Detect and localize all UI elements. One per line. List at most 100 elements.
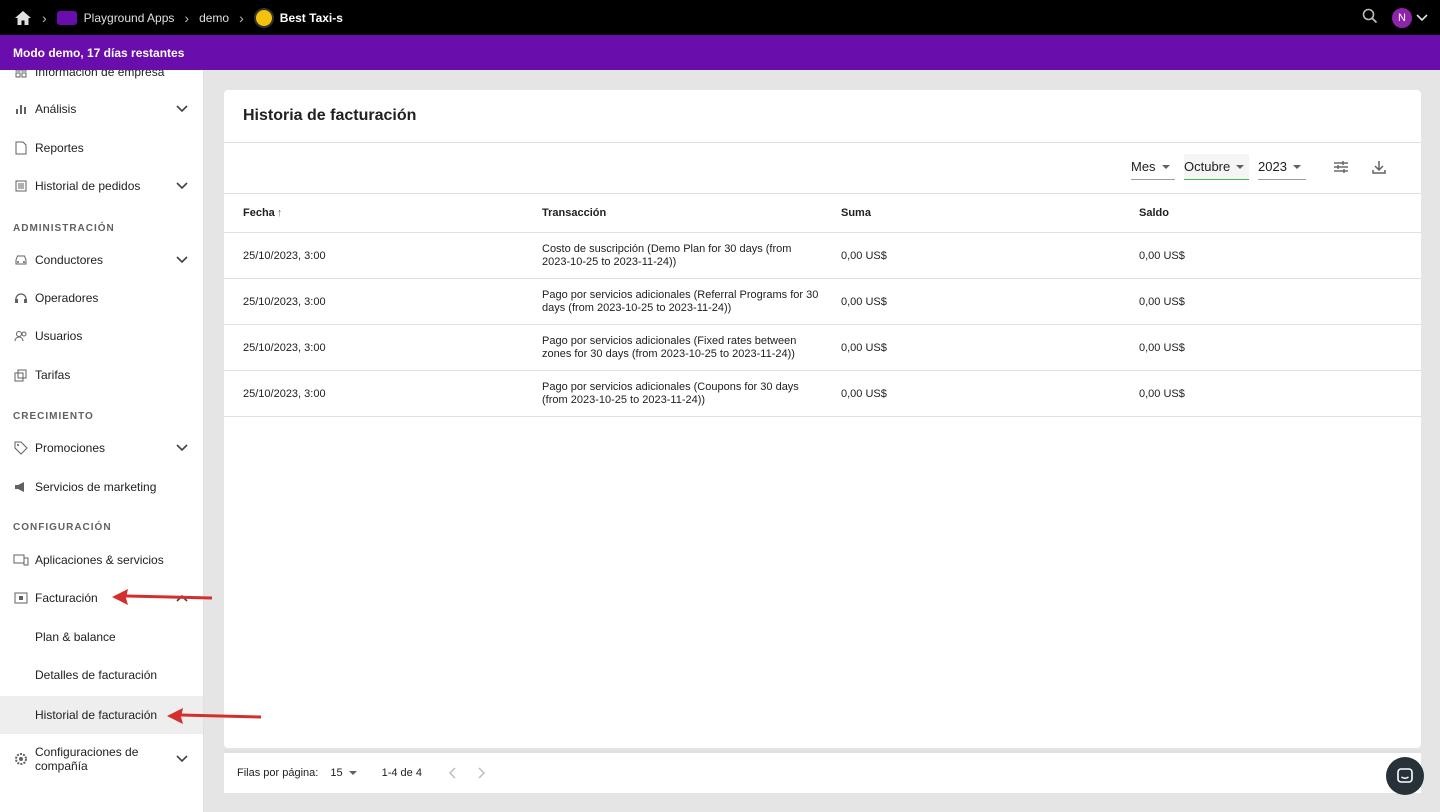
sidebar-item-marketing[interactable]: Servicios de marketing [0,475,203,499]
sidebar-item-company-info[interactable]: Información de empresa [0,70,203,80]
next-page-icon[interactable] [474,765,490,781]
column-header-amount: Suma [841,207,871,219]
sidebar-item-order-history[interactable]: Historial de pedidos [0,174,203,198]
sidebar-item-label: Configuraciones de compañía [35,745,139,773]
sidebar-subitem-label: Plan & balance [35,630,116,644]
rows-per-page-select[interactable]: 15 [330,767,357,779]
cell-date: 25/10/2023, 3:00 [243,387,326,400]
sidebar-item-operators[interactable]: Operadores [0,286,203,310]
filter-bar: Mes Octubre 2023 [1131,152,1391,182]
chevron-right-icon: › [239,9,244,26]
chevron-right-icon: › [42,9,47,26]
cell-balance: 0,00 US$ [1139,341,1185,354]
demo-banner: Modo demo, 17 días restantes [0,35,1440,70]
cell-date: 25/10/2023, 3:00 [243,341,326,354]
sidebar-item-apps[interactable]: Aplicaciones & servicios [0,548,203,572]
home-icon[interactable] [14,9,32,27]
chevron-down-icon[interactable] [176,253,188,267]
sidebar-item-tariffs[interactable]: Tarifas [0,363,203,387]
column-header-balance: Saldo [1139,207,1169,219]
prev-page-icon[interactable] [444,765,460,781]
cell-amount: 0,00 US$ [841,249,887,262]
breadcrumb-app-label: Best Taxi-s [279,10,343,25]
car-icon [13,252,29,268]
sidebar: Información de empresa Análisis Reportes… [0,70,204,812]
chevron-down-icon[interactable] [176,179,188,193]
column-header-label: Fecha [243,207,275,219]
section-label-config: CONFIGURACIÓN [13,522,112,533]
sidebar-item-label: Facturación [35,591,98,605]
sidebar-item-company-settings[interactable]: Configuraciones de compañía [0,742,203,776]
pagination-range: 1-4 de 4 [381,767,422,779]
column-header-date[interactable]: Fecha ↑ [243,207,523,219]
filter-settings-icon[interactable] [1329,155,1353,179]
demo-banner-text: Modo demo, 17 días restantes [13,45,185,60]
cell-balance: 0,00 US$ [1139,249,1185,262]
period-select[interactable]: Mes [1131,154,1175,180]
headset-icon [13,290,29,306]
dropdown-arrow-icon [348,771,357,775]
billing-history-card: Historia de facturación Mes Octubre 2023… [224,90,1421,748]
chevron-down-icon[interactable] [1416,11,1428,25]
download-icon[interactable] [1367,155,1391,179]
cell-amount: 0,00 US$ [841,295,887,308]
top-bar: › Playground Apps › demo › Best Taxi-s N [0,0,1440,35]
sidebar-item-drivers[interactable]: Conductores [0,248,203,272]
sidebar-subitem-label: Historial de facturación [35,708,158,722]
sidebar-item-label: Análisis [35,102,77,116]
users-icon [13,328,29,344]
period-select-value: Mes [1131,159,1156,174]
sidebar-item-label: Reportes [35,141,84,155]
sidebar-item-label: Historial de pedidos [35,179,141,193]
chat-icon [1397,768,1413,783]
avatar-initial: N [1398,11,1406,24]
breadcrumb-org[interactable]: Playground Apps [56,10,175,25]
chevron-down-icon[interactable] [176,102,188,116]
section-label-growth: CRECIMIENTO [13,411,94,422]
list-icon [13,178,29,194]
sort-arrow-up-icon[interactable]: ↑ [277,207,283,219]
rows-per-page-value: 15 [330,767,343,779]
cell-transaction: Costo de suscripción (Demo Plan for 30 d… [542,242,792,268]
sidebar-item-label: Aplicaciones & servicios [35,553,164,567]
taxi-logo-icon [253,7,274,28]
year-select[interactable]: 2023 [1258,154,1306,180]
sidebar-item-label: Operadores [35,291,99,305]
sidebar-item-analysis[interactable]: Análisis [0,97,203,121]
month-select-value: Octubre [1184,159,1231,174]
billing-icon [13,590,29,606]
breadcrumb-env-label: demo [199,10,230,25]
chat-support-button[interactable] [1386,757,1424,795]
document-icon [13,140,29,156]
sidebar-subitem-billing-details[interactable]: Detalles de facturación [0,663,203,687]
annotation-arrow-icon [112,589,213,605]
gear-icon [13,751,29,767]
month-select[interactable]: Octubre [1184,154,1249,180]
sidebar-item-promotions[interactable]: Promociones [0,436,203,460]
sidebar-item-users[interactable]: Usuarios [0,324,203,348]
breadcrumb-org-label: Playground Apps [83,10,175,25]
table-header: Fecha ↑ Transacción Suma Saldo [224,193,1421,233]
search-icon[interactable] [1362,8,1378,27]
annotation-arrow-icon [167,708,262,724]
tariff-icon [13,367,29,383]
column-header-transaction: Transacción [542,206,607,219]
sidebar-item-reports[interactable]: Reportes [0,136,203,160]
divider [224,142,1421,143]
sidebar-subitem-plan-balance[interactable]: Plan & balance [0,625,203,649]
chevron-down-icon[interactable] [176,441,188,455]
avatar[interactable]: N [1392,7,1412,28]
section-label-admin: ADMINISTRACIÓN [13,223,115,234]
breadcrumb-env[interactable]: demo [199,11,229,25]
breadcrumb-app[interactable]: Best Taxi-s [253,7,343,28]
dropdown-arrow-icon [1161,164,1170,169]
dropdown-arrow-icon [1292,164,1301,169]
table-row: 25/10/2023, 3:00 Costo de suscripción (D… [224,233,1421,279]
pagination-bar: Filas por página: 15 1-4 de 4 [224,750,1421,793]
chevron-down-icon[interactable] [176,752,188,766]
dropdown-arrow-icon [1236,164,1245,169]
sidebar-item-label: Tarifas [35,368,71,382]
cell-balance: 0,00 US$ [1139,387,1185,400]
bar-chart-icon [13,101,29,117]
org-logo-icon [56,10,77,25]
